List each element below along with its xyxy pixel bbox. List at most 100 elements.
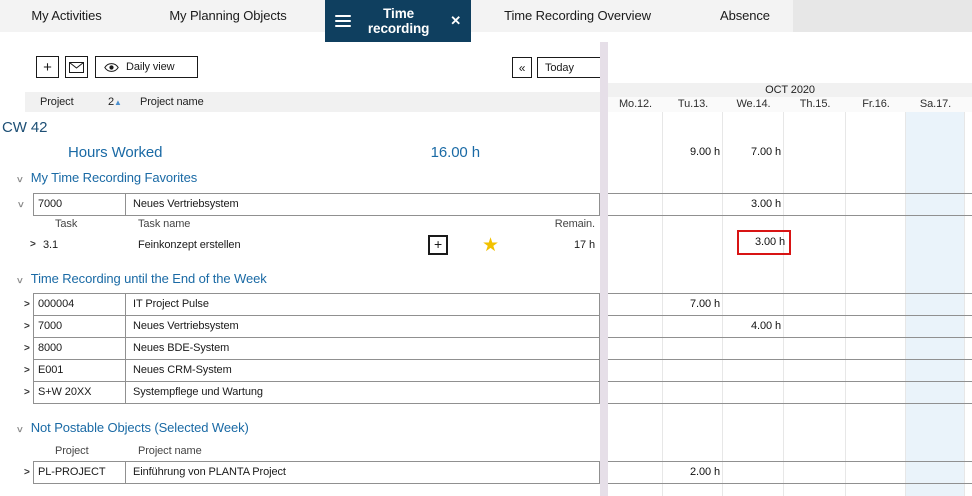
day-cell[interactable]: [784, 360, 846, 381]
project-name-cell[interactable]: IT Project Pulse: [125, 293, 600, 316]
day-cell[interactable]: [846, 360, 906, 381]
project-name-cell[interactable]: Neues Vertriebsystem: [125, 193, 600, 216]
project-day-row[interactable]: 4.00 h: [608, 315, 972, 338]
day-cell[interactable]: [663, 194, 723, 215]
project-row[interactable]: > E001 Neues CRM-System: [0, 359, 600, 382]
day-cell[interactable]: [784, 338, 846, 359]
project-code-cell[interactable]: 7000: [33, 193, 126, 216]
chevron-right-icon[interactable]: >: [24, 315, 30, 338]
day-cell[interactable]: [846, 382, 906, 403]
project-name-cell[interactable]: Neues BDE-System: [125, 337, 600, 360]
day-cell[interactable]: [663, 338, 723, 359]
project-name-cell[interactable]: Systempflege und Wartung: [125, 381, 600, 404]
pane-splitter[interactable]: [600, 42, 608, 496]
day-cell[interactable]: 4.00 h: [723, 316, 784, 337]
day-cell[interactable]: [608, 360, 663, 381]
day-cell[interactable]: [723, 360, 784, 381]
day-cell[interactable]: [906, 338, 965, 359]
project-code-cell[interactable]: S+W 20XX: [33, 381, 126, 404]
day-cell[interactable]: [906, 382, 965, 403]
favorite-project-row[interactable]: > 7000 Neues Vertriebsystem: [0, 193, 600, 216]
project-code-cell[interactable]: PL-PROJECT: [33, 461, 126, 484]
project-code-cell[interactable]: 000004: [33, 293, 126, 316]
project-name-cell[interactable]: Einführung von PLANTA Project: [125, 461, 600, 484]
week-back-button[interactable]: «: [512, 57, 532, 78]
day-cell[interactable]: [906, 360, 965, 381]
day-cell[interactable]: [723, 294, 784, 315]
favorite-project-day-row[interactable]: 3.00 h: [608, 193, 972, 216]
chevron-right-icon[interactable]: >: [24, 461, 30, 484]
day-cell[interactable]: 3.00 h: [723, 194, 784, 215]
day-cell[interactable]: [846, 462, 906, 483]
day-cell[interactable]: [784, 194, 846, 215]
day-cell[interactable]: [906, 316, 965, 337]
chevron-right-icon[interactable]: >: [24, 381, 30, 404]
tab-my-planning-objects[interactable]: My Planning Objects: [133, 0, 323, 32]
tab-time-recording-overview[interactable]: Time Recording Overview: [480, 0, 675, 32]
today-button[interactable]: Today: [537, 57, 601, 78]
day-cell[interactable]: [723, 382, 784, 403]
day-cell[interactable]: [723, 462, 784, 483]
day-cell[interactable]: [663, 382, 723, 403]
day-cell[interactable]: [608, 382, 663, 403]
task-row[interactable]: > 3.1 Feinkonzept erstellen + ★ 17 h: [0, 233, 600, 257]
day-cell[interactable]: [906, 194, 965, 215]
day-cell[interactable]: [906, 462, 965, 483]
day-cell[interactable]: [608, 338, 663, 359]
project-day-row[interactable]: [608, 359, 972, 382]
chevron-right-icon[interactable]: >: [24, 293, 30, 316]
day-cell[interactable]: [663, 316, 723, 337]
chevron-down-icon[interactable]: >: [13, 278, 24, 284]
chevron-down-icon[interactable]: >: [8, 202, 31, 208]
project-row[interactable]: > 000004 IT Project Pulse: [0, 293, 600, 316]
task-hours-input-highlighted[interactable]: 3.00 h: [737, 230, 791, 255]
chevron-right-icon[interactable]: >: [24, 359, 30, 382]
project-day-row[interactable]: 2.00 h: [608, 461, 972, 484]
day-cell[interactable]: 2.00 h: [663, 462, 723, 483]
day-cell[interactable]: [784, 382, 846, 403]
day-cell[interactable]: [906, 294, 965, 315]
day-cell[interactable]: [663, 360, 723, 381]
close-tab-icon[interactable]: ✕: [450, 13, 461, 29]
chevron-down-icon[interactable]: >: [13, 177, 24, 183]
day-cell[interactable]: [846, 338, 906, 359]
project-row[interactable]: > S+W 20XX Systempflege und Wartung: [0, 381, 600, 404]
tab-my-activities[interactable]: My Activities: [0, 0, 133, 32]
project-name-cell[interactable]: Neues CRM-System: [125, 359, 600, 382]
day-cell[interactable]: [784, 294, 846, 315]
hamburger-menu-icon[interactable]: [335, 15, 351, 27]
project-row[interactable]: > 7000 Neues Vertriebsystem: [0, 315, 600, 338]
project-name-cell[interactable]: Neues Vertriebsystem: [125, 315, 600, 338]
day-cell[interactable]: [846, 194, 906, 215]
day-cell[interactable]: [608, 316, 663, 337]
project-code-cell[interactable]: 7000: [33, 315, 126, 338]
day-cell[interactable]: [846, 316, 906, 337]
project-row[interactable]: > PL-PROJECT Einführung von PLANTA Proje…: [0, 461, 600, 484]
project-day-row[interactable]: [608, 337, 972, 360]
day-cell[interactable]: [784, 462, 846, 483]
sort-indicator[interactable]: 2▲: [108, 92, 122, 113]
project-column-header[interactable]: Project: [40, 92, 74, 112]
project-day-row[interactable]: [608, 381, 972, 404]
add-button[interactable]: +: [36, 56, 59, 78]
day-cell[interactable]: [723, 338, 784, 359]
chevron-right-icon[interactable]: >: [30, 233, 36, 256]
day-cell[interactable]: [846, 294, 906, 315]
project-row[interactable]: > 8000 Neues BDE-System: [0, 337, 600, 360]
add-booking-button[interactable]: +: [428, 235, 448, 255]
day-cell[interactable]: [608, 294, 663, 315]
project-code-cell[interactable]: E001: [33, 359, 126, 382]
project-code-cell[interactable]: 8000: [33, 337, 126, 360]
tab-time-recording-active[interactable]: Time recording ✕: [325, 0, 471, 42]
project-name-column-header[interactable]: Project name: [140, 92, 204, 112]
chevron-right-icon[interactable]: >: [24, 337, 30, 360]
day-cell[interactable]: 7.00 h: [663, 294, 723, 315]
project-day-row[interactable]: 7.00 h: [608, 293, 972, 316]
message-button[interactable]: [65, 56, 88, 78]
daily-view-button[interactable]: Daily view: [95, 56, 198, 78]
tab-absence[interactable]: Absence: [690, 0, 800, 32]
day-cell[interactable]: [608, 462, 663, 483]
day-cell[interactable]: [608, 194, 663, 215]
chevron-down-icon[interactable]: >: [13, 427, 24, 433]
day-cell[interactable]: [784, 316, 846, 337]
